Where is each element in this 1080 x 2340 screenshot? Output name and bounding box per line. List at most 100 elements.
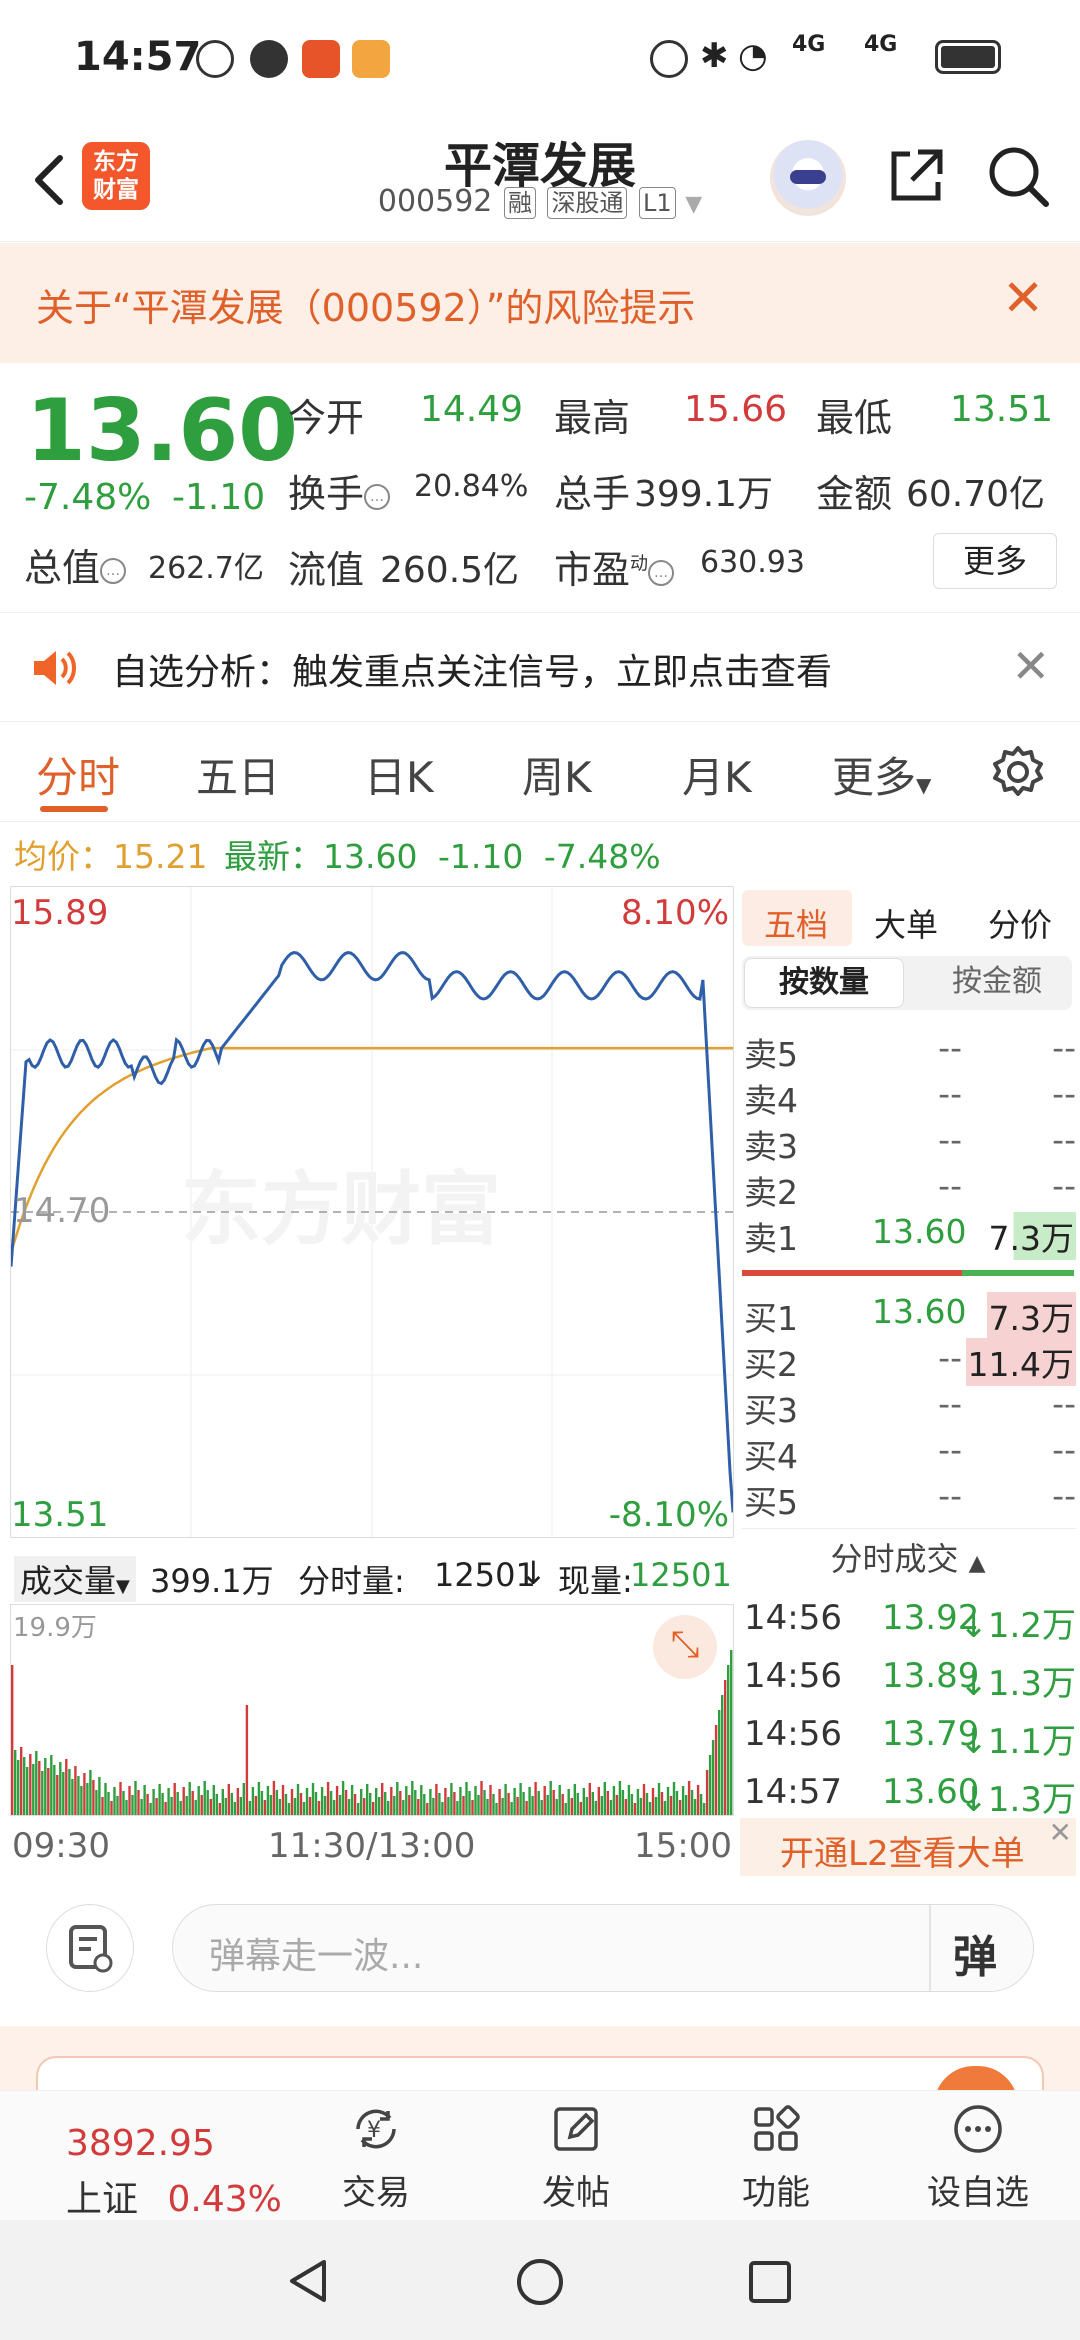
ask-volume: -- [1052, 1166, 1076, 1205]
danmu-placeholder: 弹幕走一波... [209, 1936, 424, 1977]
bid-row: 买1 13.60 7.3万 [742, 1286, 1076, 1340]
analysis-banner[interactable]: 自选分析：触发重点关注信号，立即点击查看 ✕ [0, 612, 1080, 722]
volume-bar [293, 1798, 297, 1815]
mid-price-label: 14.70 [13, 1191, 111, 1231]
volume-bar [675, 1791, 679, 1815]
turnover-value: 20.84% [414, 469, 529, 504]
volume-bar [182, 1787, 185, 1815]
volume-bar [405, 1786, 408, 1815]
tab-daily-k[interactable]: 日K [364, 744, 434, 805]
more-button[interactable]: 更多 [933, 533, 1057, 589]
ai-robot-icon[interactable] [770, 140, 846, 216]
volume-bar [630, 1794, 634, 1815]
tick-time: 14:57 [744, 1772, 842, 1812]
speaker-icon [30, 643, 80, 697]
order-book: 五档 大单 分价 按数量 按金额 卖5 -- -- 卖4 -- -- 卖3 -- -- 卖2 -- -… [740, 886, 1076, 1876]
tab-five-day[interactable]: 五日 [196, 744, 280, 805]
avg-label: 均价： [14, 837, 113, 876]
volume-bar [687, 1781, 691, 1815]
bid-row: 买4 -- -- [742, 1424, 1076, 1476]
volume-bar [730, 1650, 733, 1815]
tab-five-levels[interactable]: 五档 [764, 900, 828, 946]
volume-bar [101, 1797, 104, 1815]
volume-bar [239, 1797, 242, 1815]
index-widget[interactable]: 3892.95 上证 0.43% [66, 2123, 282, 2222]
close-icon[interactable]: ✕ [1049, 1816, 1072, 1849]
volume-bar [245, 1705, 249, 1815]
sub-tab-by-quantity[interactable]: 按数量 [744, 958, 904, 1008]
recents-square-icon[interactable] [746, 2258, 794, 2306]
volume-bar [149, 1803, 152, 1815]
volume-chart[interactable]: 19.9万 ⤡ [10, 1604, 734, 1816]
bottom-pct-label: -8.10% [608, 1495, 729, 1535]
tab-intraday[interactable]: 分时 [36, 744, 120, 805]
mktcap-label-text: 总值 [24, 546, 101, 590]
tab-big-orders[interactable]: 大单 [874, 900, 938, 946]
tick-volume: ↓1.3万 [959, 1780, 1076, 1820]
tick-volume: ↓1.3万 [959, 1664, 1076, 1704]
ask-row: 卖4 -- -- [742, 1068, 1076, 1120]
tab-weekly-k[interactable]: 周K [522, 744, 592, 805]
volume-bar [666, 1787, 670, 1815]
volume-bar [125, 1800, 128, 1815]
info-icon[interactable]: … [364, 483, 391, 510]
settings-gear-icon[interactable] [990, 744, 1046, 804]
stock-header: 东方 财富 平潭发展 000592 融 深股通 L1 ▼ [0, 120, 1080, 242]
intraday-price-chart[interactable]: 东方财富 15.89 8.10% 14.70 13.51 -8.10% [10, 886, 734, 1538]
nav-functions[interactable]: 功能 [706, 2101, 846, 2214]
network-label-1: 4G [792, 32, 826, 57]
hand-icon [196, 40, 234, 78]
back-triangle-icon[interactable] [284, 2256, 332, 2306]
danmu-input[interactable]: 弹幕走一波... 弹 [172, 1904, 1034, 1992]
risk-banner[interactable]: 关于“平潭发展（000592）”的风险提示 ✕ [0, 243, 1080, 363]
volume-bar [305, 1788, 309, 1815]
l2-banner[interactable]: 开通L2查看大单 ✕ [740, 1816, 1076, 1876]
search-icon[interactable] [986, 144, 1052, 214]
tab-price-distribution[interactable]: 分价 [988, 900, 1052, 946]
info-icon[interactable]: … [100, 557, 127, 584]
volume-bar [633, 1803, 637, 1815]
volume-bar [366, 1784, 369, 1815]
expand-icon[interactable]: ⤡ [653, 1615, 717, 1679]
close-icon[interactable]: ✕ [1002, 273, 1044, 323]
volume-bar [14, 1750, 17, 1815]
volume-bar [507, 1793, 510, 1815]
volume-bar [552, 1790, 555, 1815]
volume-selector[interactable]: 成交量▼ [14, 1556, 136, 1602]
divider [929, 1905, 931, 1991]
sub-tab-by-amount[interactable]: 按金额 [924, 958, 1070, 1008]
nav-trade[interactable]: ¥ 交易 [306, 2101, 446, 2214]
volume-bar [657, 1783, 661, 1815]
ticks-title[interactable]: 分时成交 ▲ [740, 1534, 1076, 1580]
turnover-label: 换手… [288, 463, 391, 518]
info-icon[interactable]: … [648, 559, 675, 586]
volume-label: 总手 [554, 472, 631, 516]
volume-bar [474, 1786, 477, 1815]
volume-bar [104, 1783, 107, 1815]
tab-more[interactable]: 更多▼ [832, 744, 931, 805]
close-icon[interactable]: ✕ [1011, 639, 1050, 693]
danmu-send-button[interactable]: 弹 [953, 1921, 997, 1985]
danmu-settings-icon[interactable] [46, 1904, 134, 1992]
volume-bar [32, 1764, 35, 1815]
down-arrow-icon: ↓ [520, 1554, 547, 1592]
home-circle-icon[interactable] [514, 2256, 566, 2308]
change-pct: -7.48% [24, 477, 152, 518]
pe-label-text: 市盈 [554, 548, 631, 592]
volume-bar [233, 1802, 236, 1815]
volume-bar [603, 1782, 606, 1815]
share-icon[interactable] [884, 144, 948, 212]
open-label: 今开 [288, 396, 365, 440]
alarm-icon [650, 40, 688, 78]
volume-bar [486, 1799, 489, 1815]
nav-post[interactable]: 发帖 [506, 2101, 646, 2214]
ask-volume: 7.3万 [986, 1212, 1076, 1260]
index-name: 上证 [66, 2179, 139, 2220]
battery-icon [935, 40, 1001, 74]
tab-monthly-k[interactable]: 月K [682, 744, 752, 805]
volume-bar [402, 1800, 405, 1815]
volume-bar [350, 1785, 354, 1815]
ask-volume: -- [1052, 1074, 1076, 1113]
nav-add-watchlist[interactable]: 设自选 [908, 2101, 1048, 2214]
more-dots-icon [954, 2105, 1002, 2153]
